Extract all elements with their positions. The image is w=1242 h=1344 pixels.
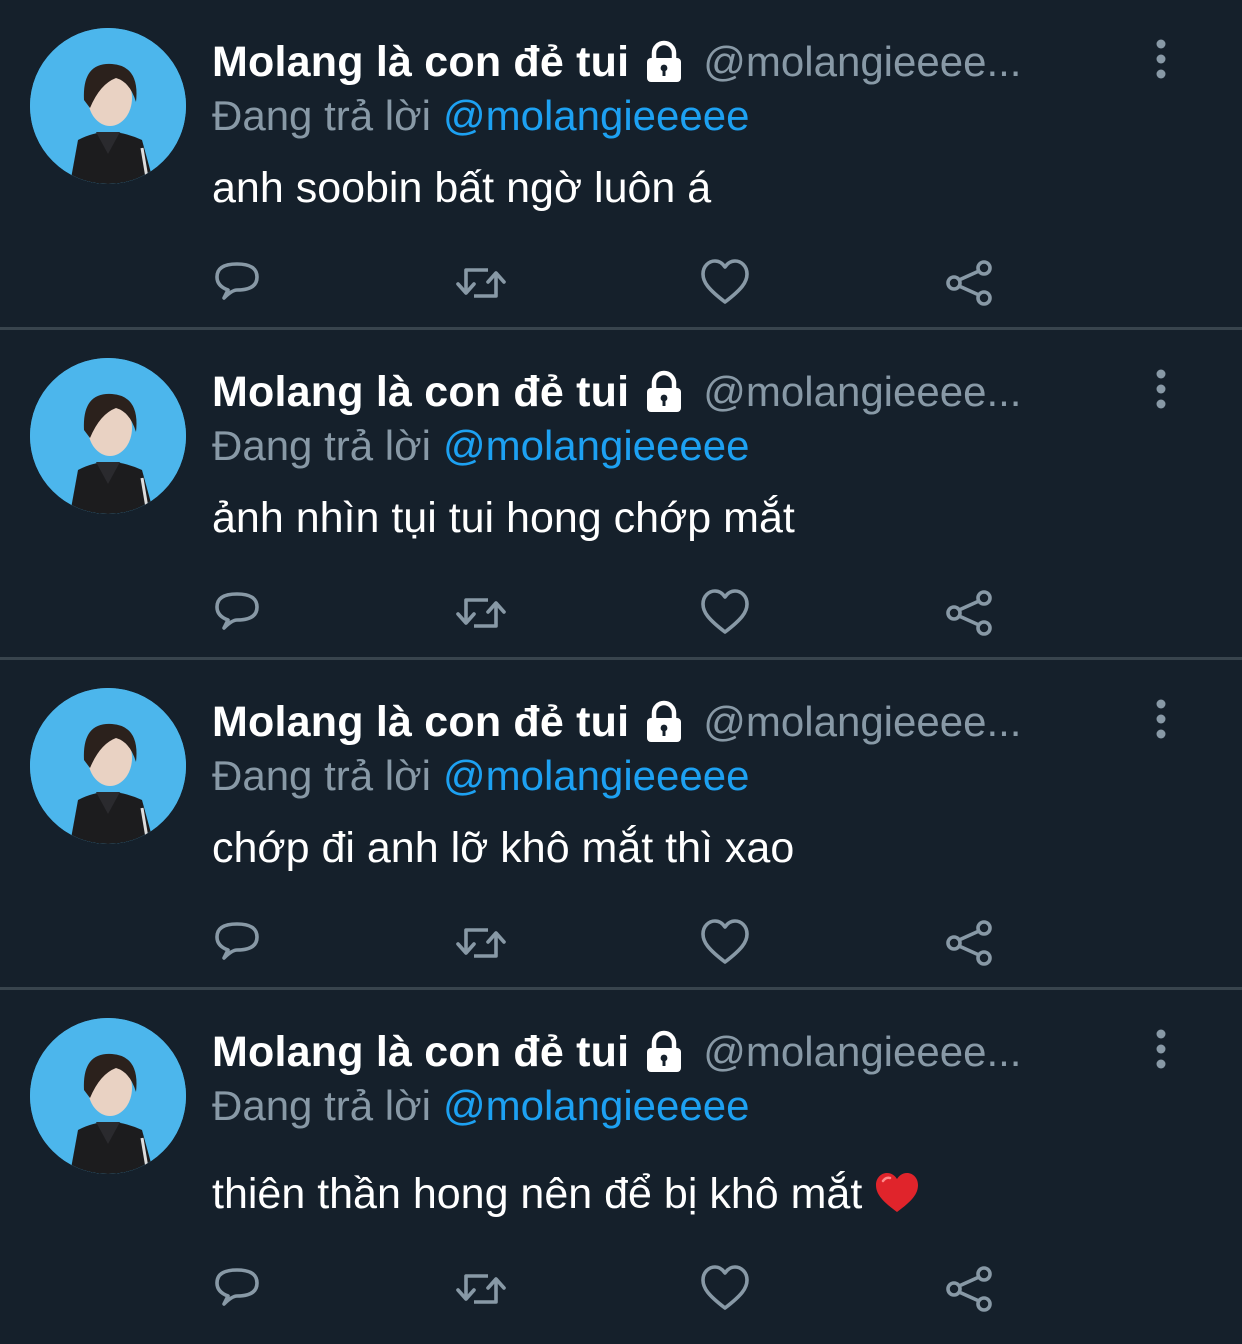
tweet-header: Molang là con đẻ tui @molangieeee...	[212, 364, 1132, 420]
tweet-header: Molang là con đẻ tui @molangieeee...	[212, 1024, 1132, 1080]
display-name[interactable]: Molang là con đẻ tui	[212, 368, 629, 417]
avatar[interactable]	[30, 358, 186, 514]
user-handle[interactable]: @molangieeee...	[703, 698, 1021, 746]
tweet-text: anh soobin bất ngờ luôn á	[212, 164, 711, 213]
tweet-actions	[0, 916, 1242, 970]
retweet-icon[interactable]	[454, 586, 508, 640]
retweet-icon[interactable]	[454, 256, 508, 310]
tweet-text-content: ảnh nhìn tụi tui hong chớp mắt	[212, 494, 795, 542]
retweet-icon[interactable]	[454, 916, 508, 970]
tweet[interactable]: Molang là con đẻ tui @molangieeee... Đan…	[0, 660, 1242, 990]
avatar[interactable]	[30, 688, 186, 844]
share-icon[interactable]	[942, 1262, 996, 1316]
share-icon[interactable]	[942, 586, 996, 640]
tweet-text: chớp đi anh lỡ khô mắt thì xao	[212, 824, 794, 873]
reply-prefix: Đang trả lời	[212, 422, 431, 469]
reply-context: Đang trả lời @molangieeeee	[212, 92, 749, 146]
reply-handle-link[interactable]: @molangieeeee	[443, 422, 750, 469]
reply-context: Đang trả lời @molangieeeee	[212, 422, 749, 476]
display-name[interactable]: Molang là con đẻ tui	[212, 698, 629, 747]
more-vertical-icon[interactable]	[1146, 1028, 1176, 1070]
avatar[interactable]	[30, 1018, 186, 1174]
reply-handle-link[interactable]: @molangieeeee	[443, 1082, 750, 1129]
tweet[interactable]: Molang là con đẻ tui @molangieeee... Đan…	[0, 330, 1242, 660]
avatar[interactable]	[30, 28, 186, 184]
tweet-text: ảnh nhìn tụi tui hong chớp mắt	[212, 494, 795, 543]
reply-context: Đang trả lời @molangieeeee	[212, 1082, 749, 1136]
tweet-actions	[0, 1262, 1242, 1316]
reply-icon[interactable]	[210, 1262, 264, 1316]
share-icon[interactable]	[942, 256, 996, 310]
tweet-text: thiên thần hong nên để bị khô mắt	[212, 1170, 920, 1219]
reply-handle-link[interactable]: @molangieeeee	[443, 752, 750, 799]
reply-prefix: Đang trả lời	[212, 1082, 431, 1129]
reply-prefix: Đang trả lời	[212, 92, 431, 139]
more-vertical-icon[interactable]	[1146, 38, 1176, 80]
reply-handle-link[interactable]: @molangieeeee	[443, 92, 750, 139]
tweet-header: Molang là con đẻ tui @molangieeee...	[212, 694, 1132, 750]
share-icon[interactable]	[942, 916, 996, 970]
more-vertical-icon[interactable]	[1146, 368, 1176, 410]
tweet-text-content: chớp đi anh lỡ khô mắt thì xao	[212, 824, 795, 872]
lock-icon	[641, 699, 687, 745]
display-name[interactable]: Molang là con đẻ tui	[212, 1028, 629, 1077]
user-handle[interactable]: @molangieeee...	[703, 38, 1021, 86]
tweet[interactable]: Molang là con đẻ tui @molangieeee... Đan…	[0, 0, 1242, 330]
retweet-icon[interactable]	[454, 1262, 508, 1316]
reply-icon[interactable]	[210, 256, 264, 310]
reply-icon[interactable]	[210, 586, 264, 640]
red-heart-emoji	[874, 1172, 920, 1214]
heart-icon[interactable]	[698, 256, 752, 310]
heart-icon[interactable]	[698, 586, 752, 640]
user-handle[interactable]: @molangieeee...	[703, 1028, 1021, 1076]
reply-icon[interactable]	[210, 916, 264, 970]
tweet[interactable]: Molang là con đẻ tui @molangieeee... Đan…	[0, 990, 1242, 1344]
heart-icon[interactable]	[698, 1262, 752, 1316]
tweet-timeline: Molang là con đẻ tui @molangieeee... Đan…	[0, 0, 1242, 1344]
tweet-header: Molang là con đẻ tui @molangieeee...	[212, 34, 1132, 90]
tweet-actions	[0, 586, 1242, 640]
lock-icon	[641, 39, 687, 85]
lock-icon	[641, 369, 687, 415]
reply-prefix: Đang trả lời	[212, 752, 431, 799]
display-name[interactable]: Molang là con đẻ tui	[212, 38, 629, 87]
more-vertical-icon[interactable]	[1146, 698, 1176, 740]
tweet-text-content: thiên thần hong nên để bị khô mắt	[212, 1170, 863, 1218]
tweet-text-content: anh soobin bất ngờ luôn á	[212, 164, 712, 212]
reply-context: Đang trả lời @molangieeeee	[212, 752, 749, 806]
heart-icon[interactable]	[698, 916, 752, 970]
user-handle[interactable]: @molangieeee...	[703, 368, 1021, 416]
tweet-actions	[0, 256, 1242, 310]
lock-icon	[641, 1029, 687, 1075]
